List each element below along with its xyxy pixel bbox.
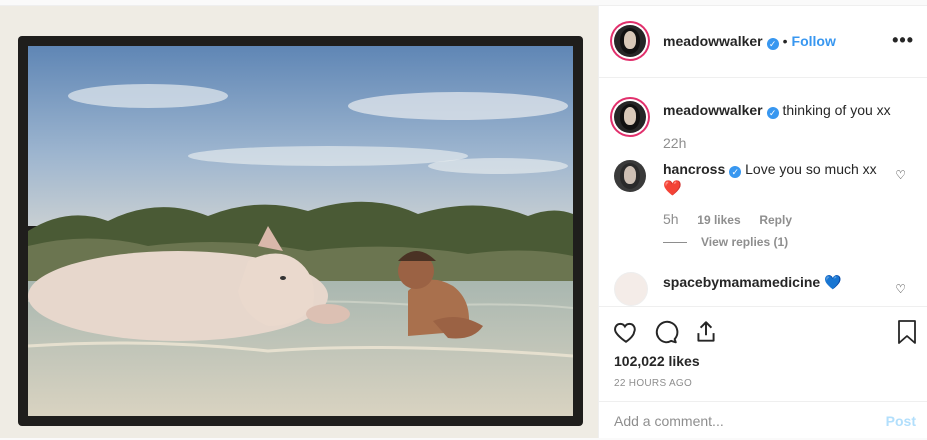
caption-time[interactable]: 22h [663, 135, 686, 151]
comment-username[interactable]: spacebymamamedicine [663, 274, 820, 290]
separator-dot: • [782, 33, 788, 49]
post-actions: 102,022 likes 22 HOURS AGO Add a comment… [599, 306, 927, 439]
more-options-icon[interactable]: ••• [892, 30, 914, 51]
verified-badge-icon: ✓ [766, 38, 779, 50]
heart-emoji: ❤️ [663, 180, 682, 197]
post-header: meadowwalker ✓ • Follow ••• [599, 6, 927, 78]
comment-text: Love you so much xx [745, 161, 877, 177]
blue-heart-emoji: 💙 [824, 274, 842, 290]
post-image-container[interactable] [0, 6, 598, 438]
photo-illustration [28, 46, 573, 416]
comment-like-icon[interactable]: ♡ [895, 282, 906, 296]
post-side-panel: meadowwalker ✓ • Follow ••• meadowwalker ✓ t… [598, 6, 927, 438]
comment-bubble-icon[interactable] [653, 319, 679, 345]
heart-outline-icon[interactable] [613, 319, 639, 345]
comment-form: Add a comment... Post [599, 401, 927, 440]
caption-avatar[interactable] [614, 101, 646, 133]
comment-time[interactable]: 5h [663, 211, 679, 227]
author-avatar[interactable] [614, 25, 646, 57]
bookmark-icon[interactable] [895, 319, 919, 345]
verified-badge-icon: ✓ [729, 166, 742, 178]
view-replies-button[interactable]: View replies (1) [701, 235, 788, 249]
comment-avatar[interactable] [614, 160, 646, 192]
reply-button[interactable]: Reply [759, 213, 792, 227]
post-comment-button[interactable]: Post [886, 413, 916, 429]
verified-badge-icon: ✓ [766, 107, 779, 119]
caption-username[interactable]: meadowwalker [663, 102, 763, 118]
share-icon[interactable] [693, 319, 719, 345]
follow-button[interactable]: Follow [792, 33, 836, 49]
comment-likes[interactable]: 19 likes [697, 213, 740, 227]
author-username[interactable]: meadowwalker [663, 33, 763, 49]
comment-like-icon[interactable]: ♡ [895, 168, 906, 182]
view-replies-line [663, 242, 687, 244]
comment-username[interactable]: hancross [663, 161, 725, 177]
post-photo[interactable] [18, 36, 583, 426]
comment-avatar[interactable] [614, 272, 648, 306]
caption-text: thinking of you xx [782, 102, 891, 118]
comment-input[interactable]: Add a comment... [614, 413, 724, 429]
post-timestamp[interactable]: 22 HOURS AGO [614, 378, 692, 389]
likes-count[interactable]: 102,022 likes [614, 353, 700, 369]
